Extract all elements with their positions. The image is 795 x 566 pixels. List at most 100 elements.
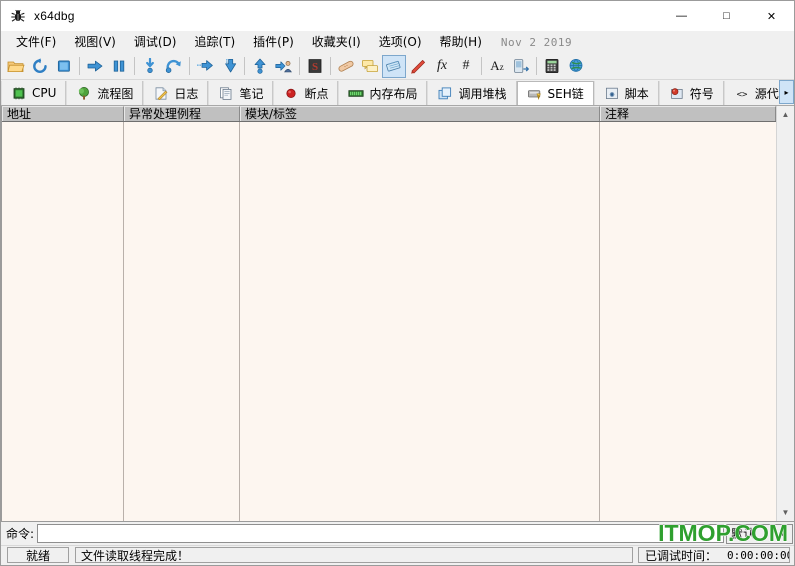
tab-label: 内存布局 (369, 86, 418, 101)
handles-icon[interactable] (509, 55, 533, 78)
chevron-down-icon[interactable]: ▼ (775, 525, 790, 543)
trace-into-icon[interactable] (193, 55, 217, 78)
tab-breakpoints[interactable]: 断点 (273, 81, 339, 105)
tab-label: 断点 (304, 86, 329, 101)
tab-label: SEH链 (547, 87, 584, 101)
tab-label: 流程图 (97, 86, 134, 101)
column-body-comment (600, 122, 776, 521)
column-header-comment[interactable]: 注释 (600, 106, 776, 121)
run-icon[interactable] (83, 55, 107, 78)
scylla-icon[interactable]: S (303, 55, 327, 78)
execute-till-return-icon[interactable] (248, 55, 272, 78)
log-icon (153, 86, 169, 100)
tab-notes[interactable]: 笔记 (208, 81, 274, 105)
globe-icon[interactable] (564, 55, 588, 78)
command-profile-combo[interactable]: 默认 ▼ (726, 523, 793, 544)
column-body-handler (124, 122, 240, 521)
trace-over-icon[interactable] (217, 55, 241, 78)
status-state: 就绪 (7, 547, 69, 563)
scroll-up-button[interactable]: ▲ (777, 106, 794, 123)
build-date-label: Nov 2 2019 (500, 35, 573, 49)
strings-icon[interactable]: Az (485, 55, 509, 78)
tab-label: 脚本 (624, 86, 649, 101)
seh-icon: ! (527, 87, 543, 101)
bookmarks-icon[interactable] (406, 55, 430, 78)
seh-table: 地址 异常处理例程 模块/标签 注释 (2, 106, 776, 521)
menu-file[interactable]: 文件(F) (7, 31, 65, 53)
tab-symbols[interactable]: 符号 (658, 81, 724, 105)
scrollbar-track[interactable] (777, 123, 794, 504)
menu-view[interactable]: 视图(V) (65, 31, 125, 53)
toolbar: S fx # Az (1, 53, 794, 80)
tab-scroll-right-button[interactable]: ▸ (779, 80, 794, 104)
column-body-module-label (240, 122, 600, 521)
tree-icon (76, 86, 92, 100)
minimize-button[interactable]: — (659, 1, 704, 31)
column-header-handler[interactable]: 异常处理例程 (124, 106, 240, 121)
window-controls: — □ ✕ (659, 1, 794, 31)
toolbar-separator (536, 57, 537, 75)
toolbar-separator (244, 57, 245, 75)
hash-icon[interactable]: # (454, 55, 478, 78)
pause-icon[interactable] (107, 55, 131, 78)
restart-icon[interactable] (28, 55, 52, 78)
svg-text:<>: <> (736, 90, 747, 100)
title-bar: x64dbg — □ ✕ (1, 1, 794, 31)
comments-icon[interactable] (358, 55, 382, 78)
vertical-scrollbar[interactable]: ▲ ▼ (776, 106, 794, 521)
toolbar-separator (79, 57, 80, 75)
callstack-icon (437, 86, 453, 100)
script-icon: ◉ (604, 86, 620, 100)
menu-options[interactable]: 选项(O) (370, 31, 431, 53)
menu-help[interactable]: 帮助(H) (431, 31, 491, 53)
stop-icon[interactable] (52, 55, 76, 78)
tab-cpu[interactable]: CPU (1, 81, 67, 105)
command-label: 命令: (6, 527, 35, 541)
menu-bar: 文件(F) 视图(V) 调试(D) 追踪(T) 插件(P) 收藏夹(I) 选项(… (1, 31, 794, 53)
tab-script[interactable]: ◉ 脚本 (593, 81, 659, 105)
run-to-user-code-icon[interactable] (272, 55, 296, 78)
scroll-down-button[interactable]: ▼ (777, 504, 794, 521)
column-header-module-label[interactable]: 模块/标签 (240, 106, 600, 121)
status-message: 文件读取线程完成！ (75, 547, 633, 563)
notes-icon (218, 86, 234, 100)
tab-label: CPU (32, 86, 57, 100)
tab-graph[interactable]: 流程图 (66, 81, 144, 105)
seh-chain-panel: 地址 异常处理例程 模块/标签 注释 ▲ ▼ (1, 106, 794, 521)
cpu-icon (11, 86, 27, 100)
status-bar: 就绪 文件读取线程完成！ 已调试时间： 0:00:00:00 (1, 545, 794, 565)
column-header-address[interactable]: 地址 (2, 106, 124, 121)
toolbar-separator (134, 57, 135, 75)
bug-icon (10, 8, 26, 24)
tab-label: 符号 (689, 86, 714, 101)
step-into-icon[interactable] (138, 55, 162, 78)
calculator-icon[interactable] (540, 55, 564, 78)
table-body[interactable] (2, 122, 776, 521)
command-input[interactable] (37, 524, 724, 543)
memory-icon (348, 86, 365, 100)
labels-icon[interactable] (382, 54, 406, 78)
menu-plugins[interactable]: 插件(P) (244, 31, 303, 53)
menu-trace[interactable]: 追踪(T) (185, 31, 244, 53)
source-icon: <> (734, 86, 750, 100)
maximize-button[interactable]: □ (704, 1, 749, 31)
patches-icon[interactable] (334, 55, 358, 78)
svg-text:!: ! (537, 94, 538, 99)
tab-label: 调用堆栈 (458, 86, 507, 101)
menu-favourites[interactable]: 收藏夹(I) (303, 31, 370, 53)
step-over-icon[interactable] (162, 55, 186, 78)
svg-text:◉: ◉ (609, 89, 614, 98)
functions-icon[interactable]: fx (430, 55, 454, 78)
toolbar-separator (299, 57, 300, 75)
tab-label: 笔记 (239, 86, 264, 101)
tab-call-stack[interactable]: 调用堆栈 (427, 81, 517, 105)
menu-debug[interactable]: 调试(D) (125, 31, 186, 53)
tab-memory-map[interactable]: 内存布局 (338, 81, 428, 105)
tab-log[interactable]: 日志 (143, 81, 209, 105)
status-debug-time: 已调试时间： 0:00:00:00 (638, 547, 790, 563)
open-icon[interactable] (4, 55, 28, 78)
tab-seh[interactable]: ! SEH链 (516, 81, 594, 105)
close-button[interactable]: ✕ (749, 1, 794, 31)
svg-text:S: S (312, 61, 318, 73)
symbols-icon (669, 86, 685, 100)
